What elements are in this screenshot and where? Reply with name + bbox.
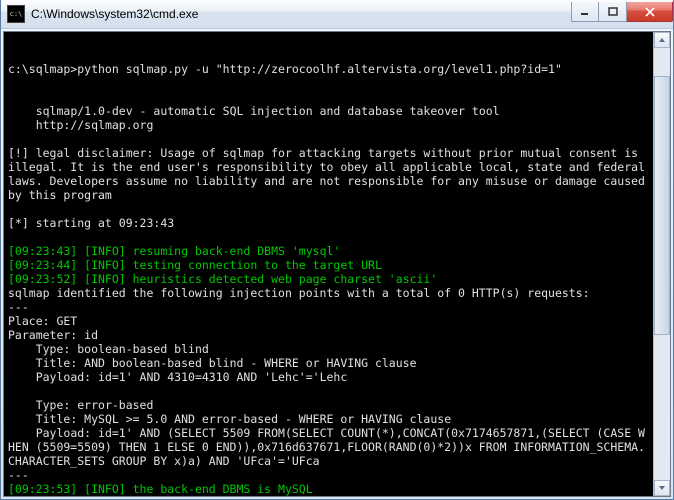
banner-line: sqlmap/1.0-dev - automatic SQL injection… bbox=[8, 104, 500, 118]
scroll-down-button[interactable] bbox=[654, 480, 670, 496]
titlebar[interactable]: C:\Windows\system32\cmd.exe bbox=[1, 0, 673, 29]
prompt-line: c:\sqlmap>python sqlmap.py -u "http://ze… bbox=[8, 62, 562, 76]
log-message: resuming back-end DBMS 'mysql' bbox=[126, 244, 341, 258]
starting-line: [*] starting at 09:23:43 bbox=[8, 216, 174, 230]
log-message: heuristics detected web page charset 'as… bbox=[126, 272, 438, 286]
identified-line: sqlmap identified the following injectio… bbox=[8, 286, 590, 300]
banner-url: http://sqlmap.org bbox=[8, 118, 153, 132]
log-timestamp: [09:23:53] [INFO] bbox=[8, 482, 126, 496]
window-controls bbox=[571, 2, 673, 22]
window-title: C:\Windows\system32\cmd.exe bbox=[31, 7, 571, 21]
technique-type: Type: boolean-based blind bbox=[8, 342, 209, 356]
cmd-window: C:\Windows\system32\cmd.exe c:\sqlmap>py… bbox=[0, 0, 674, 500]
technique-title: Title: AND boolean-based blind - WHERE o… bbox=[8, 356, 417, 370]
terminal-content: c:\sqlmap>python sqlmap.py -u "http://ze… bbox=[8, 62, 666, 497]
scroll-track[interactable] bbox=[654, 48, 670, 480]
terminal[interactable]: c:\sqlmap>python sqlmap.py -u "http://ze… bbox=[3, 31, 671, 497]
scroll-up-button[interactable] bbox=[654, 32, 670, 48]
disclaimer-text: [!] legal disclaimer: Usage of sqlmap fo… bbox=[8, 146, 652, 202]
log-timestamp: [09:23:43] [INFO] bbox=[8, 244, 126, 258]
place-line: Place: GET bbox=[8, 314, 77, 328]
dashes: --- bbox=[8, 300, 29, 314]
log-timestamp: [09:23:44] [INFO] bbox=[8, 258, 126, 272]
technique-type: Type: error-based bbox=[8, 398, 153, 412]
close-button[interactable] bbox=[627, 2, 673, 22]
webtech-line: web application technology: Apache bbox=[8, 496, 243, 497]
parameter-line: Parameter: id bbox=[8, 328, 98, 342]
scroll-thumb[interactable] bbox=[654, 76, 670, 335]
maximize-button[interactable] bbox=[599, 2, 627, 22]
log-timestamp: [09:23:52] [INFO] bbox=[8, 272, 126, 286]
technique-title: Title: MySQL >= 5.0 AND error-based - WH… bbox=[8, 412, 451, 426]
dashes: --- bbox=[8, 468, 29, 482]
log-message: the back-end DBMS is MySQL bbox=[126, 482, 313, 496]
log-message: testing connection to the target URL bbox=[126, 258, 382, 272]
minimize-button[interactable] bbox=[571, 2, 599, 22]
technique-payload: Payload: id=1' AND 4310=4310 AND 'Lehc'=… bbox=[8, 370, 347, 384]
cmd-icon bbox=[7, 5, 25, 23]
technique-payload: Payload: id=1' AND (SELECT 5509 FROM(SEL… bbox=[8, 426, 645, 468]
scrollbar[interactable] bbox=[653, 32, 670, 496]
